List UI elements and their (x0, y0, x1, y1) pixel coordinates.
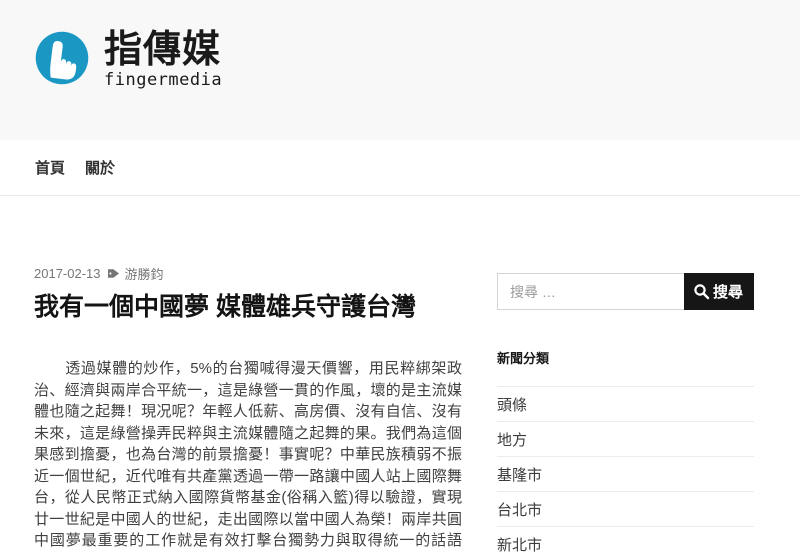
finger-logo-icon (33, 29, 91, 87)
category-link-taipei[interactable]: 台北市 (497, 502, 542, 519)
article: 2017-02-13 游勝鈞 我有一個中國夢 媒體雄兵守護台灣 透過媒體的炒作，… (34, 196, 462, 554)
content-area: 2017-02-13 游勝鈞 我有一個中國夢 媒體雄兵守護台灣 透過媒體的炒作，… (0, 196, 800, 554)
site-title: 指傳媒 fingermedia (104, 29, 222, 89)
site-title-en: fingermedia (104, 72, 222, 89)
search-button-label: 搜尋 (713, 281, 743, 302)
category-list: 頭條 地方 基隆市 台北市 新北市 桃園市 (497, 386, 754, 554)
entry-title: 我有一個中國夢 媒體雄兵守護台灣 (34, 292, 462, 322)
list-item: 新北市 (497, 526, 754, 554)
search-button[interactable]: 搜尋 (684, 273, 754, 310)
site-title-zh: 指傳媒 (104, 29, 221, 71)
entry-date: 2017-02-13 (34, 266, 101, 281)
categories-widget: 新聞分類 頭條 地方 基隆市 台北市 新北市 桃園市 (497, 348, 754, 554)
entry-meta: 2017-02-13 游勝鈞 (34, 264, 462, 283)
category-link-headline[interactable]: 頭條 (497, 397, 527, 414)
search-icon (693, 283, 710, 300)
category-link-local[interactable]: 地方 (497, 432, 527, 449)
primary-nav: 首頁 關於 (0, 140, 800, 196)
list-item: 基隆市 (497, 456, 754, 491)
nav-item-home[interactable]: 首頁 (35, 157, 65, 178)
site-header: 指傳媒 fingermedia (0, 0, 800, 140)
list-item: 頭條 (497, 386, 754, 421)
categories-widget-title: 新聞分類 (497, 348, 754, 367)
entry-author-link[interactable]: 游勝鈞 (125, 264, 164, 283)
category-link-newtaipei[interactable]: 新北市 (497, 537, 542, 554)
list-item: 地方 (497, 421, 754, 456)
search-form: 搜尋 (497, 273, 754, 310)
category-link-keelung[interactable]: 基隆市 (497, 467, 542, 484)
sidebar: 搜尋 新聞分類 頭條 地方 基隆市 台北市 新北市 桃園市 (497, 196, 754, 554)
nav-item-about[interactable]: 關於 (85, 157, 115, 178)
entry-body: 透過媒體的炒作，5%的台獨喊得漫天價響，用民粹綁架政治、經濟與兩岸合平統一，這是… (34, 358, 462, 554)
list-item: 台北市 (497, 491, 754, 526)
site-logo-link[interactable]: 指傳媒 fingermedia (33, 29, 222, 89)
tag-icon (107, 267, 120, 280)
